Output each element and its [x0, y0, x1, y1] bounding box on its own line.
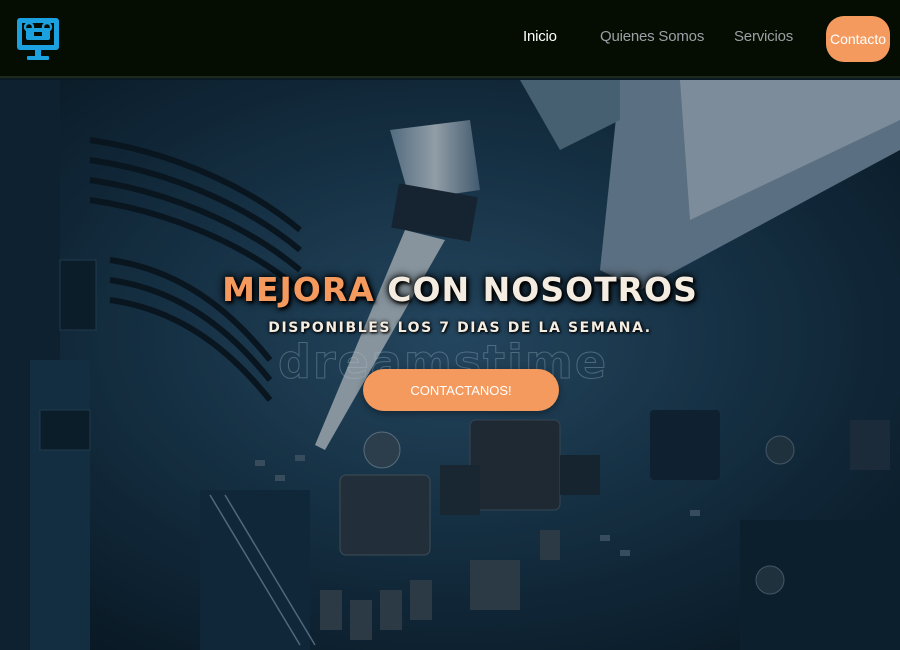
contact-cta-button[interactable]: CONTACTANOS! — [363, 369, 559, 411]
nav-link-servicios[interactable]: Servicios — [734, 28, 793, 45]
hero-section: dreamstime MEJORA CON NOSOTROS DISPONIBL… — [0, 80, 900, 650]
contact-button[interactable]: Contacto — [826, 16, 890, 62]
hero-headline: MEJORA CON NOSOTROS — [0, 270, 900, 309]
headline-rest: CON NOSOTROS — [374, 270, 698, 309]
nav-link-inicio[interactable]: Inicio — [523, 28, 557, 45]
navbar: Inicio Quienes Somos Servicios Contacto — [0, 0, 900, 78]
monitor-tools-icon[interactable] — [14, 14, 62, 64]
hero-subheadline: DISPONIBLES LOS 7 DIAS DE LA SEMANA. — [268, 320, 652, 336]
nav-link-quienes-somos[interactable]: Quienes Somos — [600, 28, 704, 45]
headline-accent: MEJORA — [222, 270, 375, 309]
